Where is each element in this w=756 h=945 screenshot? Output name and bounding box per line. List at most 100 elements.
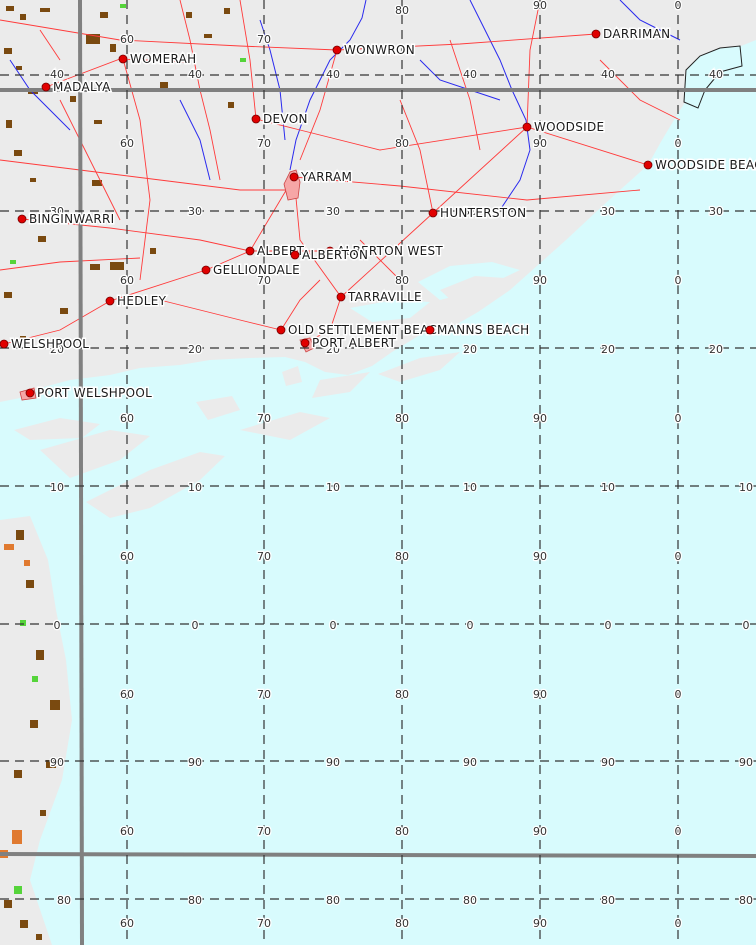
grid-label: 90 <box>188 756 202 769</box>
place-old-settlement-beach[interactable]: OLD SETTLEMENT BEACH <box>276 322 448 339</box>
place-marker-icon[interactable] <box>276 325 286 335</box>
grid-label: 90 <box>533 917 547 930</box>
grid-label: 70 <box>257 412 271 425</box>
grid-label: 60 <box>120 33 134 46</box>
grid-label: 80 <box>395 688 409 701</box>
place-woodside[interactable]: WOODSIDE <box>522 119 606 136</box>
place-womerah[interactable]: WOMERAH <box>118 51 198 68</box>
grid-label: 90 <box>533 0 547 12</box>
place-welshpool[interactable]: WELSHPOOL <box>0 336 91 353</box>
grid-label: 70 <box>257 137 271 150</box>
place-label: GELLIONDALE <box>213 263 300 277</box>
grid-label: 10 <box>188 481 202 494</box>
place-label: WOMERAH <box>130 52 196 66</box>
place-hunterston[interactable]: HUNTERSTON <box>428 205 528 222</box>
grid-label: 90 <box>601 756 615 769</box>
place-marker-icon[interactable] <box>105 296 115 306</box>
grid-label: 80 <box>326 894 340 907</box>
grid-label: 0 <box>675 688 682 701</box>
topographic-map[interactable]: 60 7080 90 040 40 40 40 40 4060 70 80 90 030 30 30 30 30… <box>0 0 756 945</box>
grid-label: 90 <box>326 756 340 769</box>
place-marker-icon[interactable] <box>591 29 601 39</box>
grid-label: 0 <box>54 619 61 632</box>
grid-label: 60 <box>120 688 134 701</box>
place-label: BINGINWARRI <box>29 212 115 226</box>
grid-label: 40 <box>709 68 723 81</box>
grid-label: 80 <box>739 894 753 907</box>
place-label: WELSHPOOL <box>11 337 89 351</box>
place-woodside-beach[interactable]: WOODSIDE BEACH <box>643 157 756 174</box>
grid-label: 80 <box>395 825 409 838</box>
place-marker-icon[interactable] <box>300 338 310 348</box>
place-label: MANNS BEACH <box>437 323 529 337</box>
grid-label: 10 <box>739 481 753 494</box>
grid-label: 70 <box>257 550 271 563</box>
place-label: PORT ALBERT <box>312 336 396 350</box>
grid-label: 30 <box>326 205 340 218</box>
grid-label: 10 <box>601 481 615 494</box>
place-alberton[interactable]: ALBERTON <box>290 247 370 264</box>
place-label: HUNTERSTON <box>440 206 526 220</box>
place-marker-icon[interactable] <box>118 54 128 64</box>
place-marker-icon[interactable] <box>245 246 255 256</box>
place-marker-icon[interactable] <box>336 292 346 302</box>
grid-label: 90 <box>533 412 547 425</box>
grid-label: 30 <box>601 205 615 218</box>
place-marker-icon[interactable] <box>522 122 532 132</box>
grid-label: 40 <box>188 68 202 81</box>
place-marker-icon[interactable] <box>41 82 51 92</box>
place-port-albert[interactable]: PORT ALBERT <box>300 335 398 352</box>
grid-label: 0 <box>605 619 612 632</box>
grid-label: 70 <box>257 917 271 930</box>
grid-label: 80 <box>395 550 409 563</box>
grid-label: 60 <box>120 917 134 930</box>
place-marker-icon[interactable] <box>201 265 211 275</box>
grid-label: 0 <box>675 0 682 12</box>
place-port-welshpool[interactable]: PORT WELSHPOOL <box>25 385 153 402</box>
grid-label: 10 <box>50 481 64 494</box>
grid-label: 0 <box>467 619 474 632</box>
place-marker-icon[interactable] <box>332 45 342 55</box>
grid-label: 30 <box>188 205 202 218</box>
place-marker-icon[interactable] <box>251 114 261 124</box>
grid-label: 90 <box>50 756 64 769</box>
grid-label: 60 <box>120 550 134 563</box>
place-label: OLD SETTLEMENT BEACH <box>288 323 446 337</box>
grid-label: 0 <box>330 619 337 632</box>
grid-label: 90 <box>533 688 547 701</box>
place-label: ALBERTON <box>302 248 368 262</box>
place-label: PORT WELSHPOOL <box>37 386 152 400</box>
place-marker-icon[interactable] <box>25 388 35 398</box>
grid-label: 60 <box>120 274 134 287</box>
grid-label: 40 <box>601 68 615 81</box>
grid-label: 10 <box>326 481 340 494</box>
grid-label: 80 <box>463 894 477 907</box>
grid-label: 60 <box>120 412 134 425</box>
grid-label: 0 <box>192 619 199 632</box>
grid-label: 0 <box>675 550 682 563</box>
place-madalya[interactable]: MADALYA <box>41 79 112 96</box>
grid-label: 80 <box>395 4 409 17</box>
grid-label: 0 <box>675 917 682 930</box>
place-manns-beach[interactable]: MANNS BEACH <box>425 322 531 339</box>
grid-label: 0 <box>675 274 682 287</box>
place-marker-icon[interactable] <box>289 172 299 182</box>
place-marker-icon[interactable] <box>290 250 300 260</box>
grid-label: 70 <box>257 825 271 838</box>
place-marker-icon[interactable] <box>425 325 435 335</box>
place-marker-icon[interactable] <box>428 208 438 218</box>
grid-label: 90 <box>739 756 753 769</box>
place-label: WONWRON <box>344 43 415 57</box>
place-marker-icon[interactable] <box>0 339 9 349</box>
grid-label: 40 <box>463 68 477 81</box>
place-gelliondale[interactable]: GELLIONDALE <box>201 262 301 279</box>
place-marker-icon[interactable] <box>643 160 653 170</box>
place-marker-icon[interactable] <box>17 214 27 224</box>
grid-label: 40 <box>326 68 340 81</box>
place-darriman[interactable]: DARRIMAN <box>591 26 672 43</box>
place-tarraville[interactable]: TARRAVILLE <box>336 289 423 306</box>
grid-label: 0 <box>675 412 682 425</box>
place-binginwarri[interactable]: BINGINWARRI <box>17 211 116 228</box>
place-wonwron[interactable]: WONWRON <box>332 42 416 59</box>
grid-label: 90 <box>533 274 547 287</box>
